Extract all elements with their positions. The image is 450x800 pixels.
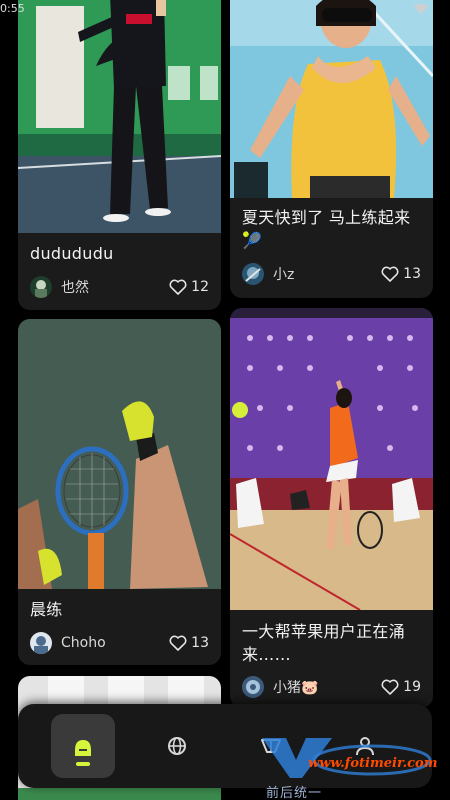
nav-discover[interactable]	[145, 714, 209, 778]
post-title-text: 夏天快到了 马上练起来	[242, 208, 411, 227]
globe-icon	[168, 737, 186, 755]
like-button[interactable]: 13	[381, 266, 421, 282]
post-card[interactable]: 晨练 Choho 13	[18, 319, 221, 665]
tennis-emoji: 🎾	[242, 231, 263, 250]
post-title: 一大帮苹果用户正在涌来……	[242, 622, 406, 664]
post-meta: 也然 12	[30, 275, 209, 299]
post-photo[interactable]	[18, 0, 221, 233]
status-time: 0:55	[0, 2, 25, 15]
author-name[interactable]: 小z	[273, 264, 381, 284]
like-button[interactable]: 12	[169, 279, 209, 295]
post-card[interactable]: 夏天快到了 马上练起来 🎾 小z 13	[230, 0, 433, 298]
watermark: www.fotimeir.com 前后统一	[262, 730, 438, 800]
author-name[interactable]: Choho	[61, 635, 169, 651]
post-meta: 小z 13	[242, 262, 421, 286]
post-meta: 小猪🐷 19	[242, 675, 421, 699]
like-count: 13	[191, 635, 209, 651]
post-title: 晨练	[30, 600, 63, 619]
watermark-text: www.fotimeir.com	[308, 756, 438, 771]
like-count: 13	[403, 266, 421, 282]
post-meta: Choho 13	[30, 631, 209, 655]
avatar[interactable]	[30, 276, 52, 298]
post-photo[interactable]	[230, 0, 433, 198]
avatar[interactable]	[242, 676, 264, 698]
heart-icon	[381, 679, 399, 695]
post-card[interactable]: 一大帮苹果用户正在涌来…… 小猪🐷 19	[230, 308, 433, 708]
post-card[interactable]: dudududu 也然 12	[18, 0, 221, 310]
home-icon	[75, 740, 91, 766]
avatar[interactable]	[30, 632, 52, 654]
like-button[interactable]: 19	[381, 679, 421, 695]
feed-grid: dudududu 也然 12 夏天快到了 马上练起来 🎾 小z 13 晨练 Ch…	[0, 0, 450, 800]
like-count: 12	[191, 279, 209, 295]
heart-icon	[169, 279, 187, 295]
like-button[interactable]: 13	[169, 635, 209, 651]
post-photo[interactable]	[18, 319, 221, 589]
heart-icon	[381, 266, 399, 282]
avatar[interactable]	[242, 263, 264, 285]
author-name[interactable]: 也然	[61, 277, 169, 297]
post-title: dudududu	[30, 244, 114, 263]
post-title: 夏天快到了 马上练起来 🎾	[242, 206, 421, 252]
post-photo[interactable]	[230, 308, 433, 610]
nav-home[interactable]	[51, 714, 115, 778]
like-count: 19	[403, 679, 421, 695]
status-bar: 0:55	[0, 0, 450, 20]
author-name[interactable]: 小猪🐷	[273, 677, 381, 697]
wifi-icon	[414, 4, 428, 14]
watermark-subtext: 前后统一	[266, 786, 323, 800]
heart-icon	[169, 635, 187, 651]
